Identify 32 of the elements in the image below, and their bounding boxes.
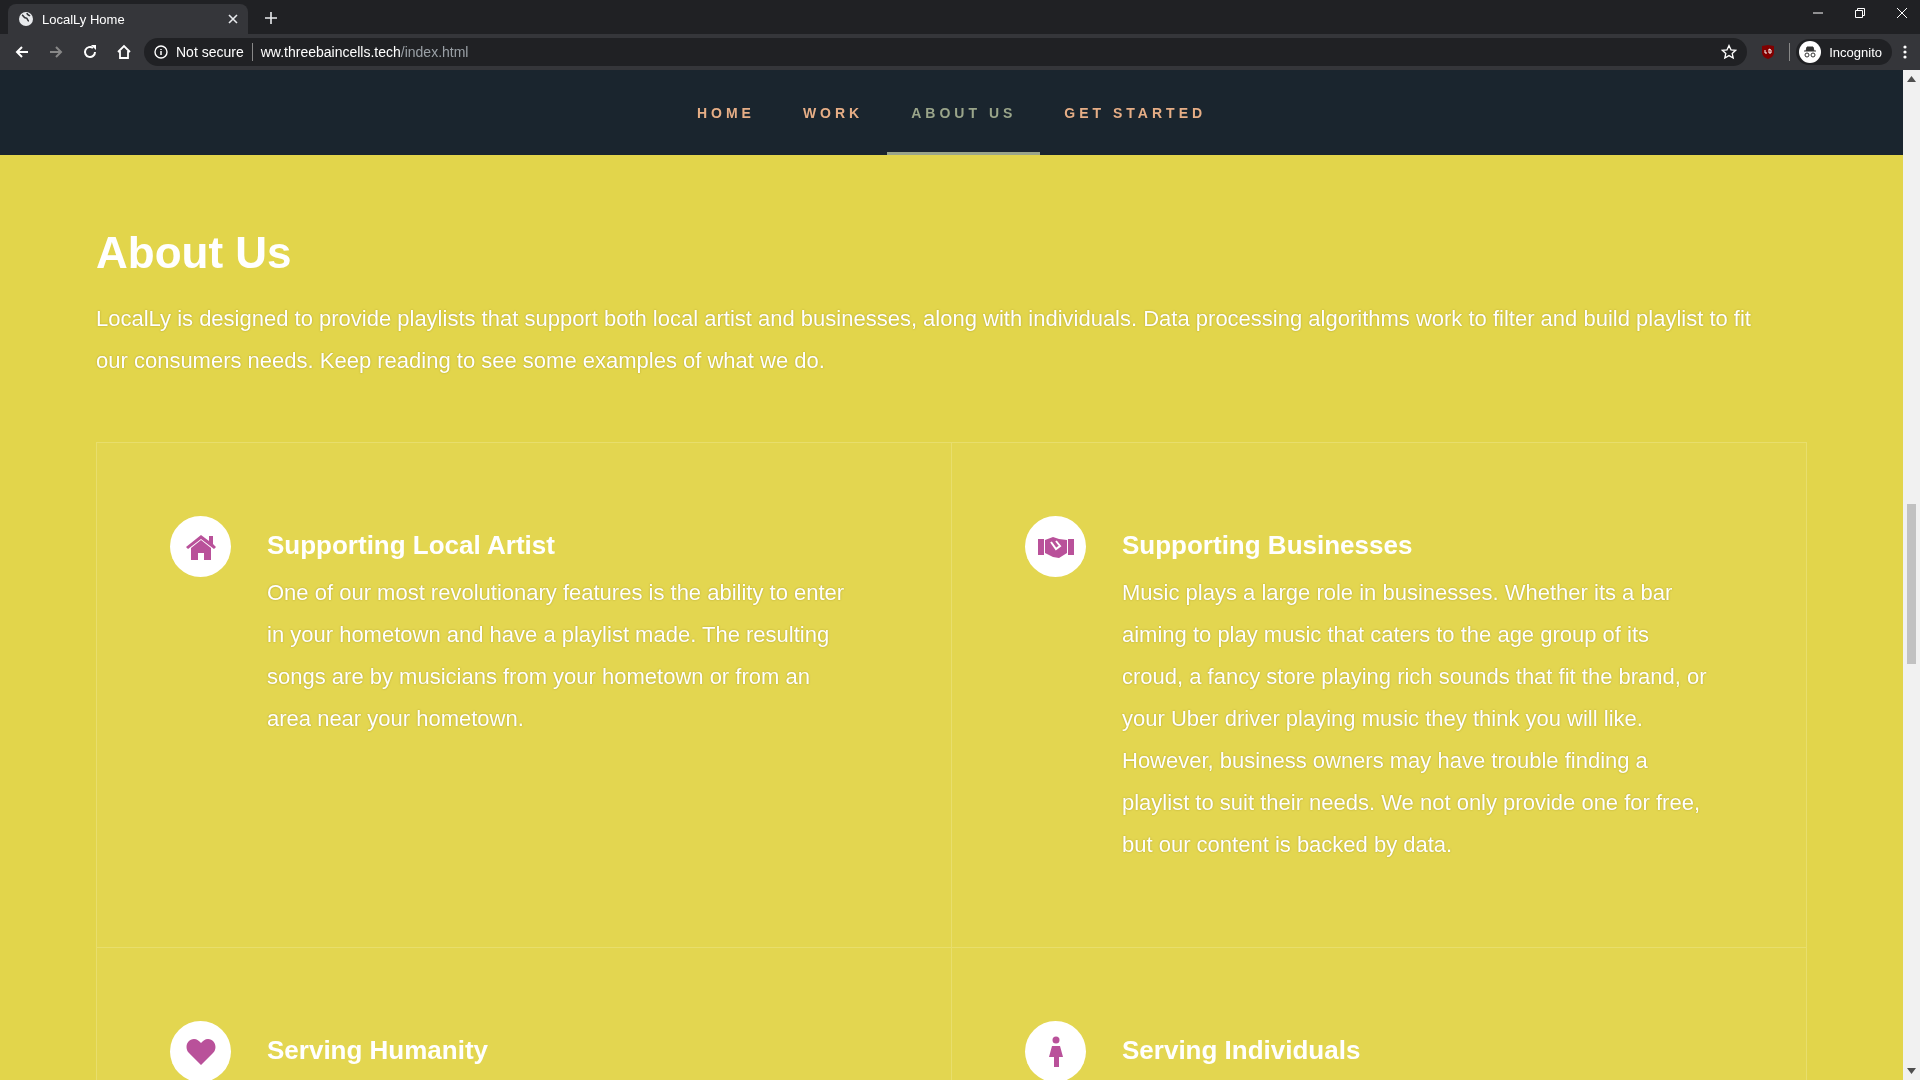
star-icon[interactable] — [1721, 44, 1738, 60]
browser-tab[interactable]: LocalLy Home — [8, 4, 248, 34]
intro-text: LocalLy is designed to provide playlists that support both local artist and businesses, along with individuals. Data processing algorithms work to filter and build playlist to fit our consumers needs. Keep reading to see some examples of what we do. — [96, 305, 1752, 375]
tab-title: LocalLy Home — [42, 11, 126, 27]
feature-title: Serving Humanity — [267, 1034, 489, 1067]
profile-button[interactable]: Incognito — [1796, 39, 1892, 65]
incognito-icon — [1799, 41, 1822, 63]
feature-title: Supporting Businesses — [1122, 529, 1414, 562]
feature-title: Serving Individuals — [1122, 1034, 1361, 1067]
address-bar[interactable]: Not secure ww.threebaincells.tech/index.html — [144, 38, 1748, 66]
heart-icon — [184, 1036, 217, 1067]
nav-link[interactable]: HOME — [672, 70, 779, 155]
feature-title: Supporting Local Artist — [267, 529, 556, 562]
shield-icon[interactable] — [1761, 44, 1776, 60]
new-tab-icon[interactable] — [264, 11, 278, 25]
person-icon — [1047, 1035, 1064, 1068]
info-icon — [154, 45, 168, 59]
scrollbar-thumb[interactable] — [1907, 504, 1916, 664]
nav-link[interactable]: ABOUT US — [887, 70, 1041, 155]
feature-text: One of our most revolutionary features is the ability to enter in your hometown and have a playlist made. The resulting songs are by musicians from your hometown or from an area near your hometown. — [267, 579, 846, 733]
restore-icon[interactable] — [1854, 7, 1866, 19]
close-tab-icon[interactable] — [228, 14, 238, 24]
feature-text: Music plays a large role in businesses. Whether its a bar aiming to play music that caters to the age group of its croud, a fancy store playing rich sounds that fit the brand, or your Uber driver playing music they think you will like. However, business owners may have trouble finding a playlist to suit their needs. We not only provide one for free, but our content is backed by data. — [1122, 579, 1708, 859]
nav-link[interactable]: WORK — [778, 70, 888, 155]
scroll-down-icon[interactable] — [1907, 1068, 1916, 1074]
scroll-up-icon[interactable] — [1907, 76, 1916, 82]
globe-icon — [18, 11, 34, 27]
close-icon[interactable] — [1896, 7, 1908, 19]
nav-link[interactable]: GET STARTED — [1040, 70, 1231, 155]
security-label: Not secure — [176, 44, 244, 60]
url-text: ww.threebaincells.tech/index.html — [260, 44, 469, 60]
section-heading: About Us — [96, 228, 293, 278]
